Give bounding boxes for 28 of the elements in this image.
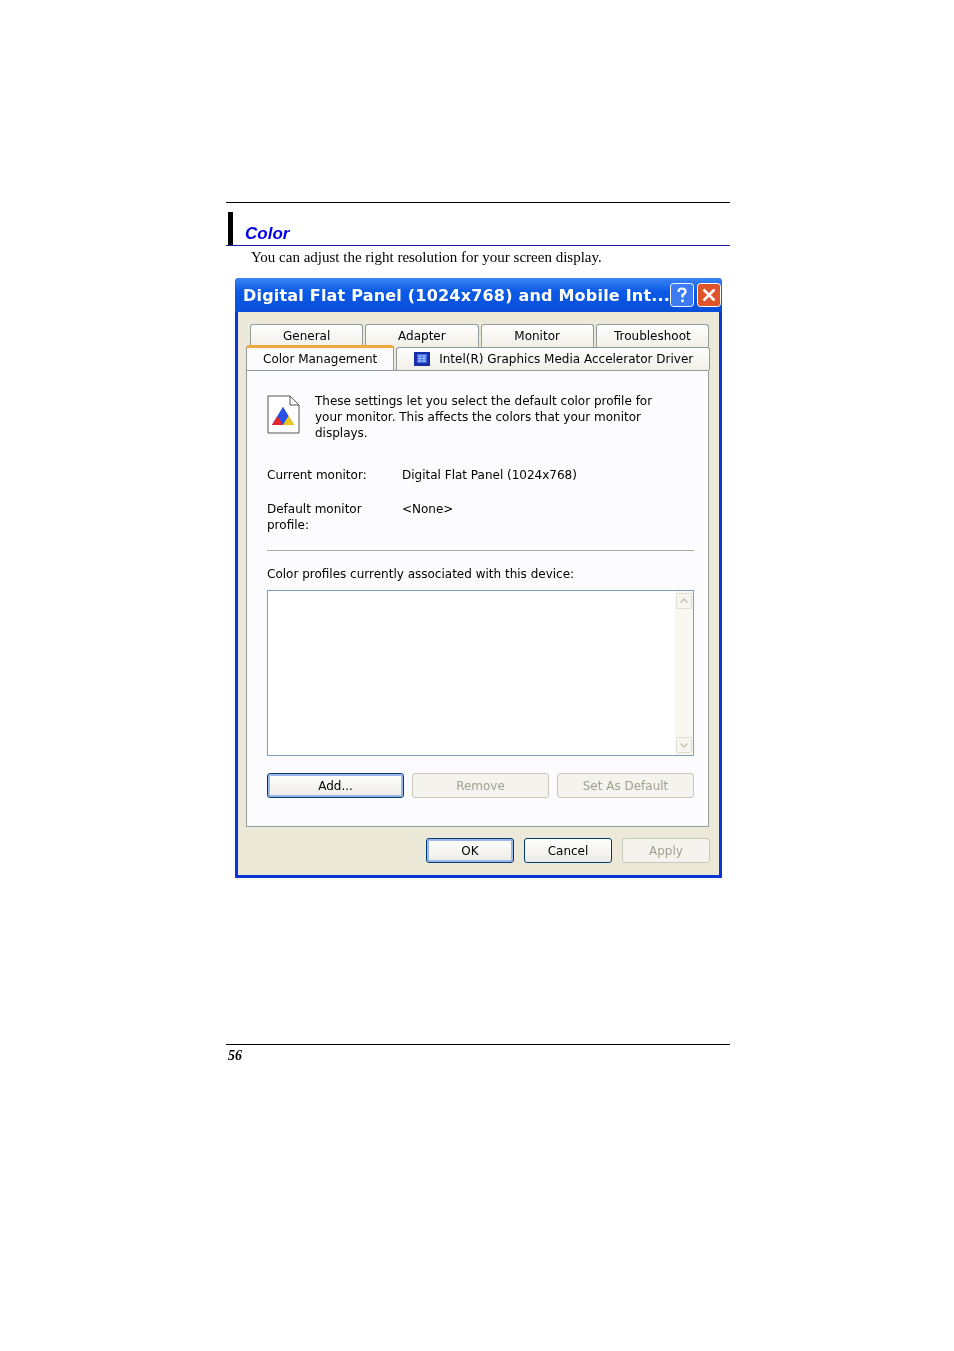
tab[interactable]: Intel(R) Graphics Media Accelerator Driver: [396, 347, 711, 370]
dialog-button[interactable]: Cancel: [524, 838, 612, 863]
field-label: Default monitor profile:: [267, 501, 363, 533]
field-value: Digital Flat Panel (1024x768): [402, 467, 578, 483]
profiles-label: Color profiles currently associated with this device:: [267, 566, 576, 582]
dialog-button[interactable]: OK: [426, 838, 514, 863]
description-text: These settings let you select the default color profile for your monitor. This affects the colors that your monitor displays.: [315, 393, 654, 441]
field-label: Current monitor:: [267, 467, 368, 483]
tab[interactable]: General: [250, 324, 364, 347]
heading-bar: [228, 212, 233, 245]
page-number: 56: [228, 1048, 242, 1064]
monitor-icon: [413, 351, 432, 367]
tab[interactable]: Troubleshoot: [595, 324, 709, 347]
scroll-down-icon[interactable]: [676, 737, 692, 753]
window-title: Digital Flat Panel (1024x768) and Mobile Int...: [243, 285, 671, 305]
action-button[interactable]: Add...: [267, 773, 404, 798]
intro-text: You can adjust the right resolution for your screen display.: [251, 248, 603, 266]
field-value: <None>: [402, 501, 455, 518]
color-profile-icon: [267, 395, 300, 434]
tab[interactable]: Adapter: [365, 324, 479, 347]
scroll-bar[interactable]: [675, 591, 693, 755]
close-icon[interactable]: [697, 283, 722, 307]
tab[interactable]: Monitor: [480, 324, 594, 347]
help-icon[interactable]: [670, 283, 695, 307]
scroll-up-icon[interactable]: [676, 593, 692, 609]
section-heading: Color: [245, 224, 290, 244]
profile-list[interactable]: [267, 590, 694, 756]
tab[interactable]: Color Management: [246, 345, 395, 370]
